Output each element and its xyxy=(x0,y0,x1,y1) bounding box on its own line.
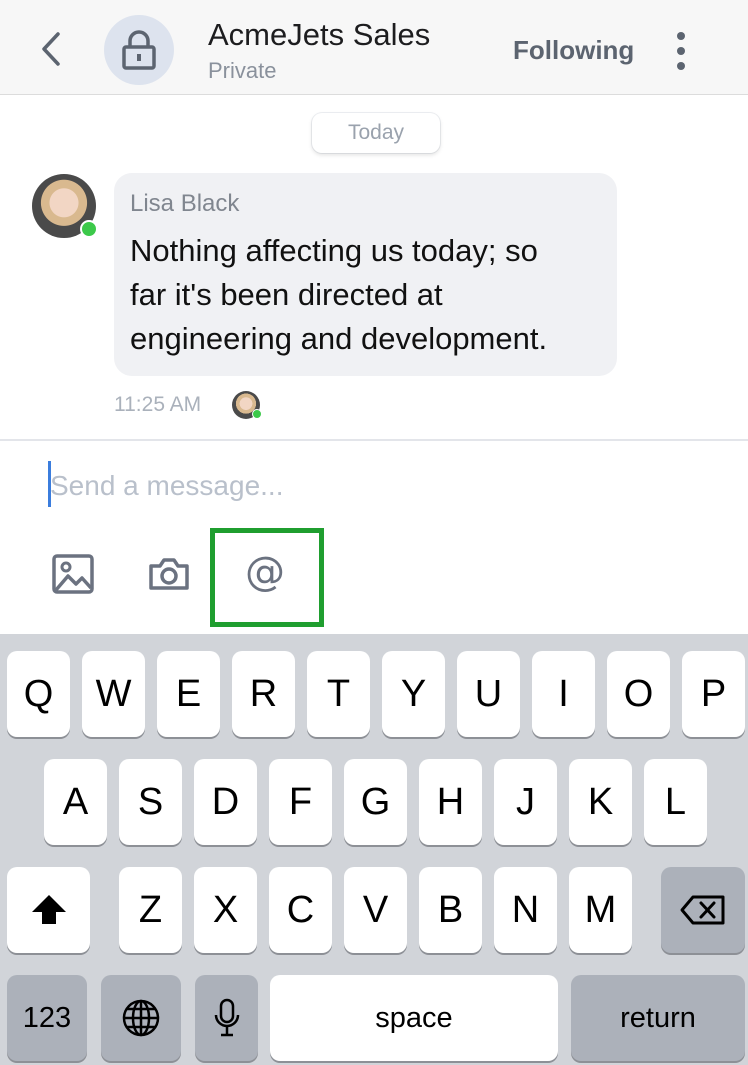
key-k[interactable]: K xyxy=(569,759,632,845)
channel-avatar[interactable] xyxy=(104,15,174,85)
read-receipt-online-indicator xyxy=(252,409,262,419)
shift-arrow-icon xyxy=(31,895,66,924)
dictation-key[interactable] xyxy=(195,975,258,1061)
globe-icon xyxy=(122,999,160,1037)
key-g[interactable]: G xyxy=(344,759,407,845)
key-r[interactable]: R xyxy=(232,651,295,737)
at-sign-icon: @ xyxy=(245,549,285,595)
key-a[interactable]: A xyxy=(44,759,107,845)
key-p[interactable]: P xyxy=(682,651,745,737)
image-icon xyxy=(52,554,94,594)
key-y[interactable]: Y xyxy=(382,651,445,737)
camera-button[interactable] xyxy=(145,550,193,598)
back-button[interactable] xyxy=(34,28,68,70)
on-screen-keyboard: Q W E R T Y U I O P A S D F G H J K L Z … xyxy=(0,634,748,1065)
chat-header: AcmeJets Sales Private Following xyxy=(0,0,748,95)
key-l[interactable]: L xyxy=(644,759,707,845)
key-q[interactable]: Q xyxy=(7,651,70,737)
message-input[interactable] xyxy=(50,466,700,506)
key-h[interactable]: H xyxy=(419,759,482,845)
numbers-key[interactable]: 123 xyxy=(7,975,87,1061)
key-b[interactable]: B xyxy=(419,867,482,953)
channel-title[interactable]: AcmeJets Sales xyxy=(208,17,430,53)
key-x[interactable]: X xyxy=(194,867,257,953)
space-key[interactable]: space xyxy=(270,975,558,1061)
lock-icon xyxy=(122,30,156,70)
key-v[interactable]: V xyxy=(344,867,407,953)
key-m[interactable]: M xyxy=(569,867,632,953)
key-w[interactable]: W xyxy=(82,651,145,737)
image-attachment-button[interactable] xyxy=(49,550,97,598)
camera-icon xyxy=(149,558,189,590)
key-i[interactable]: I xyxy=(532,651,595,737)
message-line: engineering and development. xyxy=(130,321,548,356)
date-separator: Today xyxy=(312,113,440,153)
key-z[interactable]: Z xyxy=(119,867,182,953)
mention-button[interactable]: @ xyxy=(241,548,289,596)
key-s[interactable]: S xyxy=(119,759,182,845)
shift-key[interactable] xyxy=(7,867,90,953)
more-vertical-icon xyxy=(677,32,685,70)
microphone-icon xyxy=(214,998,239,1037)
message-timestamp: 11:25 AM xyxy=(114,393,202,416)
online-status-indicator xyxy=(80,220,98,238)
globe-key[interactable] xyxy=(101,975,181,1061)
message-line: far it's been directed at xyxy=(130,277,443,312)
key-t[interactable]: T xyxy=(307,651,370,737)
key-d[interactable]: D xyxy=(194,759,257,845)
backspace-key[interactable] xyxy=(661,867,745,953)
more-options-button[interactable] xyxy=(668,30,694,72)
key-n[interactable]: N xyxy=(494,867,557,953)
key-c[interactable]: C xyxy=(269,867,332,953)
return-key[interactable]: return xyxy=(571,975,745,1061)
following-button[interactable]: Following xyxy=(513,35,634,66)
key-f[interactable]: F xyxy=(269,759,332,845)
message-sender: Lisa Black xyxy=(130,190,240,217)
backspace-icon xyxy=(680,895,725,925)
channel-privacy-label: Private xyxy=(208,58,277,83)
key-u[interactable]: U xyxy=(457,651,520,737)
key-j[interactable]: J xyxy=(494,759,557,845)
key-o[interactable]: O xyxy=(607,651,670,737)
composer-divider xyxy=(0,439,748,441)
chevron-left-icon xyxy=(42,32,60,66)
message-line: Nothing affecting us today; so xyxy=(130,233,538,268)
message-text: Nothing affecting us today; so far it's … xyxy=(130,229,610,361)
key-e[interactable]: E xyxy=(157,651,220,737)
